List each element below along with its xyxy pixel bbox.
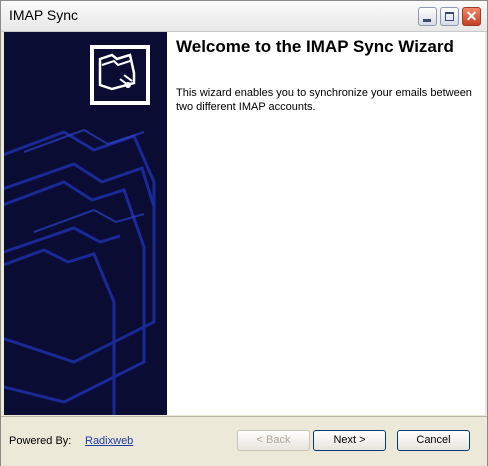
cancel-button[interactable]: Cancel <box>397 430 470 451</box>
wizard-heading: Welcome to the IMAP Sync Wizard <box>176 37 454 56</box>
wizard-footer: Powered By: Radixweb < Back Next > Cance… <box>1 416 487 466</box>
wizard-side-panel <box>4 32 167 415</box>
next-button[interactable]: Next > <box>313 430 386 451</box>
wizard-content: Welcome to the IMAP Sync Wizard This wiz… <box>4 32 485 415</box>
powered-by-label: Powered By: <box>9 435 72 447</box>
close-button[interactable]: ✕ <box>462 7 481 26</box>
window-title: IMAP Sync <box>9 7 78 23</box>
wizard-description: This wizard enables you to synchronize y… <box>176 87 472 113</box>
minimize-button[interactable] <box>418 7 437 26</box>
title-bar[interactable]: IMAP Sync ✕ <box>1 1 487 32</box>
maximize-button[interactable] <box>440 7 459 26</box>
folder-network-icon <box>94 49 146 101</box>
wizard-window: IMAP Sync ✕ Welcome to the IMAP Sync Wiz… <box>0 0 488 466</box>
radixweb-link[interactable]: Radixweb <box>85 435 133 447</box>
wizard-icon-frame <box>90 45 150 105</box>
minimize-icon <box>423 19 431 22</box>
wizard-main-panel: Welcome to the IMAP Sync Wizard This wiz… <box>167 32 485 415</box>
close-icon: ✕ <box>465 8 478 24</box>
maximize-icon <box>445 12 454 21</box>
back-button[interactable]: < Back <box>237 430 310 451</box>
